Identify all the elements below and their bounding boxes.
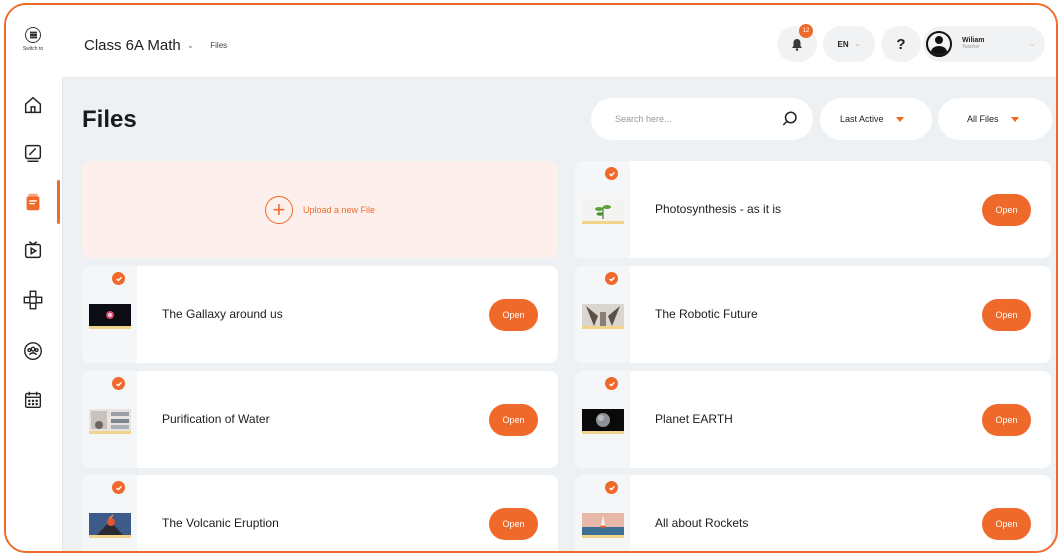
file-card: The Gallaxy around us Open bbox=[82, 266, 558, 363]
check-icon bbox=[605, 377, 618, 390]
sidebar-item-whiteboard[interactable] bbox=[21, 141, 45, 165]
check-icon bbox=[112, 272, 125, 285]
open-button[interactable]: Open bbox=[489, 299, 538, 331]
check-icon bbox=[605, 481, 618, 494]
gamepad-icon bbox=[23, 290, 43, 310]
sort-label: Last Active bbox=[840, 114, 884, 124]
user-role: Teacher bbox=[962, 44, 980, 51]
galaxy-thumbnail bbox=[89, 304, 131, 329]
earth-thumbnail bbox=[582, 409, 624, 434]
file-title: Photosynthesis - as it is bbox=[655, 202, 782, 216]
file-card: All about Rockets Open bbox=[575, 475, 1051, 551]
sidebar-item-calendar[interactable] bbox=[21, 388, 45, 412]
chevron-down-icon: ⌄ bbox=[1029, 41, 1035, 48]
open-button[interactable]: Open bbox=[982, 404, 1031, 436]
bell-icon bbox=[792, 38, 802, 51]
sidebar-item-files[interactable] bbox=[21, 190, 45, 214]
file-title: The Gallaxy around us bbox=[162, 307, 283, 321]
check-icon bbox=[112, 377, 125, 390]
robot-thumbnail bbox=[582, 304, 624, 329]
switch-button[interactable]: Switch to bbox=[16, 27, 50, 52]
help-button[interactable]: ? bbox=[881, 26, 921, 62]
switch-label: Switch to bbox=[22, 46, 44, 52]
menu-icon bbox=[25, 27, 41, 43]
language-label: EN bbox=[837, 39, 849, 49]
file-title: Purification of Water bbox=[162, 412, 270, 426]
upload-card[interactable]: + Upload a new File bbox=[82, 161, 558, 258]
file-card: The Volcanic Eruption Open bbox=[82, 475, 558, 551]
file-title: The Robotic Future bbox=[655, 307, 758, 321]
class-selector[interactable]: Class 6A Math ⌄ Files bbox=[84, 37, 227, 54]
avatar bbox=[926, 31, 952, 57]
group-icon bbox=[24, 342, 42, 360]
file-card: The Robotic Future Open bbox=[575, 266, 1051, 363]
plus-icon: + bbox=[264, 195, 293, 224]
sidebar-item-home[interactable] bbox=[21, 93, 45, 117]
file-title: All about Rockets bbox=[655, 516, 749, 530]
search-box[interactable] bbox=[591, 98, 813, 140]
active-indicator bbox=[57, 180, 60, 224]
sidebar: Switch to bbox=[6, 5, 63, 551]
check-icon bbox=[605, 167, 618, 180]
whiteboard-icon bbox=[24, 144, 42, 162]
volcano-thumbnail bbox=[89, 513, 131, 538]
chevron-down-icon: ⌄ bbox=[186, 40, 195, 50]
file-title: Planet EARTH bbox=[655, 412, 733, 426]
chevron-down-icon: ⌄ bbox=[854, 41, 861, 48]
check-icon bbox=[112, 481, 125, 494]
class-name: Class 6A Math bbox=[84, 37, 181, 54]
file-card: Photosynthesis - as it is Open bbox=[575, 161, 1051, 258]
open-button[interactable]: Open bbox=[982, 508, 1031, 540]
open-button[interactable]: Open bbox=[982, 194, 1031, 226]
search-icon[interactable] bbox=[781, 110, 799, 128]
home-icon bbox=[24, 96, 42, 114]
search-input[interactable] bbox=[613, 113, 767, 125]
filter-label: All Files bbox=[967, 114, 999, 124]
caret-down-icon bbox=[895, 116, 904, 122]
files-icon bbox=[26, 193, 40, 211]
check-icon bbox=[605, 272, 618, 285]
notification-badge: 12 bbox=[799, 24, 813, 38]
page-title: Files bbox=[82, 106, 137, 133]
file-card: Purification of Water Open bbox=[82, 371, 558, 468]
sort-dropdown[interactable]: Last Active bbox=[820, 98, 932, 140]
filter-dropdown[interactable]: All Files bbox=[938, 98, 1052, 140]
file-card: Planet EARTH Open bbox=[575, 371, 1051, 468]
calendar-icon bbox=[24, 391, 42, 409]
caret-down-icon bbox=[1010, 116, 1019, 122]
file-title: The Volcanic Eruption bbox=[162, 516, 279, 530]
help-icon: ? bbox=[896, 35, 906, 53]
open-button[interactable]: Open bbox=[489, 508, 538, 540]
user-menu[interactable]: Wiliam Teacher ⌄ bbox=[923, 26, 1045, 62]
open-button[interactable]: Open bbox=[982, 299, 1031, 331]
water-thumbnail bbox=[89, 409, 131, 434]
sidebar-item-groups[interactable] bbox=[21, 339, 45, 363]
video-icon bbox=[24, 241, 42, 259]
open-button[interactable]: Open bbox=[489, 404, 538, 436]
notifications-button[interactable]: 12 bbox=[777, 24, 817, 62]
rocket-thumbnail bbox=[582, 513, 624, 538]
sidebar-item-videos[interactable] bbox=[21, 238, 45, 262]
breadcrumb: Files bbox=[210, 41, 228, 50]
top-header: Class 6A Math ⌄ Files 12 EN ⌄ ? Wiliam T… bbox=[62, 5, 1056, 78]
plant-thumbnail bbox=[582, 199, 624, 224]
sidebar-item-games[interactable] bbox=[21, 288, 45, 312]
language-selector[interactable]: EN ⌄ bbox=[823, 26, 875, 62]
upload-label: Upload a new File bbox=[302, 204, 376, 215]
app-frame: Switch to Class 6A Math ⌄ Files 12 EN ⌄ … bbox=[4, 3, 1058, 553]
